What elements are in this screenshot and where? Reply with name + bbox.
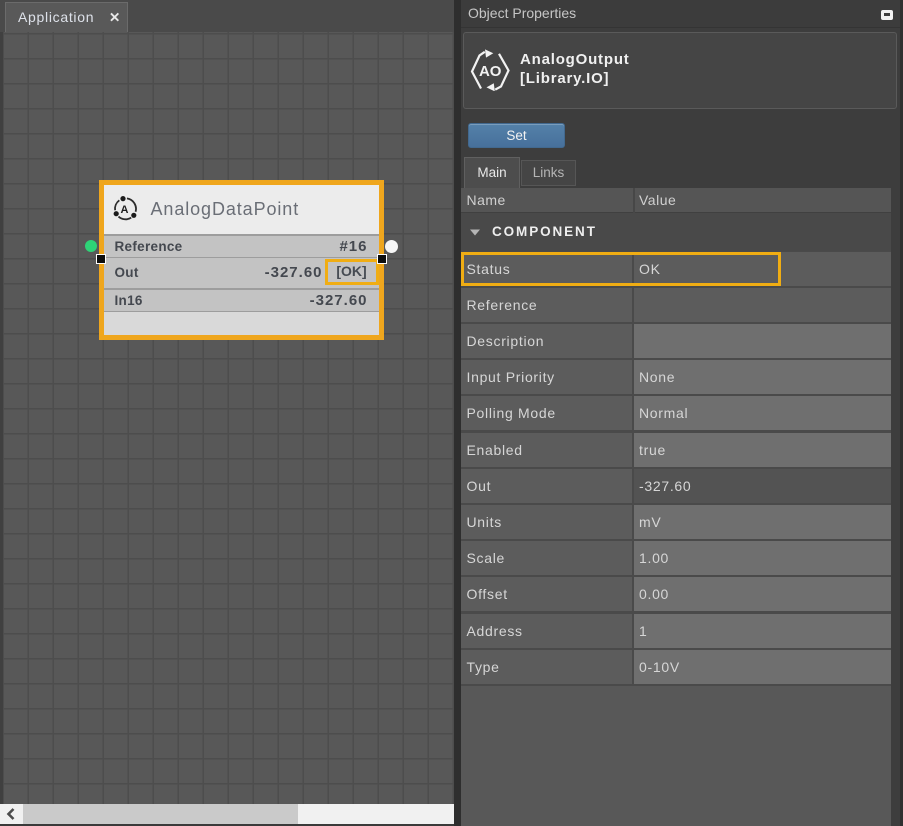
svg-text:A: A	[120, 204, 128, 216]
svg-text:AO: AO	[479, 63, 502, 80]
